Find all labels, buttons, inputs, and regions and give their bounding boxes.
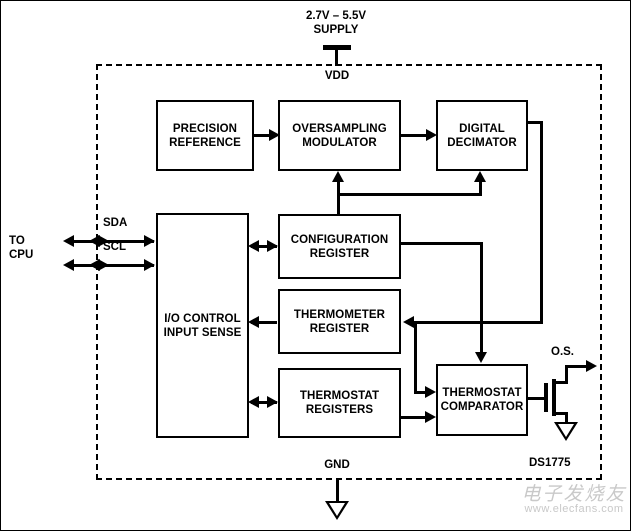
wire-thermometer-branch-down — [414, 321, 417, 393]
watermark-chinese-text: 电子发烧友 — [521, 483, 627, 505]
wire-decimator-to-thermometer — [414, 321, 543, 324]
block-oversampling-modulator: OVERSAMPLING MODULATOR — [278, 100, 401, 171]
wire-config-to-bus — [337, 193, 340, 215]
arrow-io-configuration-left — [248, 240, 259, 252]
block-diagram-canvas: 2.7V – 5.5V SUPPLY VDD PRECISION REFEREN… — [0, 0, 631, 531]
wire-comparator-to-gate — [528, 397, 545, 400]
arrow-bus-to-decimator — [474, 171, 486, 182]
arrow-scl-right — [144, 259, 155, 271]
block-precision-reference-label: PRECISION REFERENCE — [169, 122, 241, 149]
wire-configuration-to-comparator-v — [480, 242, 483, 353]
arrow-io-thermostat-right — [267, 396, 278, 408]
block-thermostat-registers-label: THERMOSTAT REGISTERS — [299, 390, 380, 416]
wire-bus-to-decimator — [479, 182, 482, 194]
to-cpu-label: TO CPU — [9, 235, 34, 261]
mosfet-channel-bar — [552, 379, 556, 416]
ground-symbol-gnd-inner — [329, 503, 345, 516]
block-configuration-register: CONFIGURATION REGISTER — [278, 214, 401, 279]
block-thermometer-register-label: THERMOMETER REGISTER — [293, 308, 386, 335]
arrow-io-thermostat-left — [248, 396, 259, 408]
arrow-io-configuration-right — [267, 240, 278, 252]
arrow-os-output — [586, 360, 597, 372]
arrow-decimator-to-thermometer — [403, 316, 414, 328]
block-thermometer-register: THERMOMETER REGISTER — [278, 289, 401, 354]
block-io-control-input-sense-label: I/O CONTROL INPUT SENSE — [163, 312, 242, 339]
block-configuration-register-label: CONFIGURATION REGISTER — [290, 233, 389, 260]
ground-symbol-os-inner — [558, 424, 574, 437]
block-thermostat-comparator-label: THERMOSTAT COMPARATOR — [440, 387, 524, 413]
arrow-configuration-to-comparator — [475, 352, 487, 363]
arrow-sda-left — [63, 235, 74, 247]
arrow-bus-to-modulator — [332, 171, 344, 182]
block-io-control-input-sense: I/O CONTROL INPUT SENSE — [156, 213, 249, 438]
arrow-reference-to-modulator — [269, 129, 280, 141]
mosfet-gate-plate — [544, 383, 548, 412]
block-thermostat-comparator: THERMOSTAT COMPARATOR — [436, 364, 528, 436]
arrow-scl-mid-right — [98, 259, 109, 271]
vdd-label: VDD — [324, 70, 350, 82]
sda-label: SDA — [103, 217, 128, 229]
wire-thermostat-registers-to-comparator — [401, 416, 428, 419]
block-digital-decimator-label: DIGITAL DECIMATOR — [447, 122, 517, 149]
scl-label: SCL — [103, 241, 126, 253]
supply-voltage-label: 2.7V – 5.5V SUPPLY — [305, 10, 367, 36]
part-number-label: DS1775 — [529, 457, 571, 469]
wire-control-bus-horizontal — [337, 193, 482, 196]
arrow-thermometer-to-io — [248, 316, 259, 328]
watermark-url: www.elecfans.com — [524, 503, 624, 515]
arrow-scl-left — [63, 259, 74, 271]
arrow-thermostat-registers-to-comparator — [425, 411, 436, 423]
block-digital-decimator: DIGITAL DECIMATOR — [436, 100, 528, 171]
block-thermostat-registers: THERMOSTAT REGISTERS — [278, 368, 401, 438]
block-oversampling-modulator-label: OVERSAMPLING MODULATOR — [292, 122, 387, 149]
gnd-label: GND — [324, 459, 350, 471]
arrow-modulator-to-decimator — [426, 129, 437, 141]
wire-modulator-to-decimator — [401, 134, 428, 137]
wire-configuration-to-comparator-h — [401, 242, 483, 245]
wire-bus-to-modulator — [337, 182, 340, 194]
block-precision-reference: PRECISION REFERENCE — [156, 100, 254, 171]
supply-stem-wire — [335, 45, 338, 66]
wire-decimator-down — [540, 121, 543, 324]
wire-scl — [74, 264, 154, 267]
arrow-thermometer-to-comparator — [425, 386, 436, 398]
os-output-label: O.S. — [551, 346, 575, 358]
